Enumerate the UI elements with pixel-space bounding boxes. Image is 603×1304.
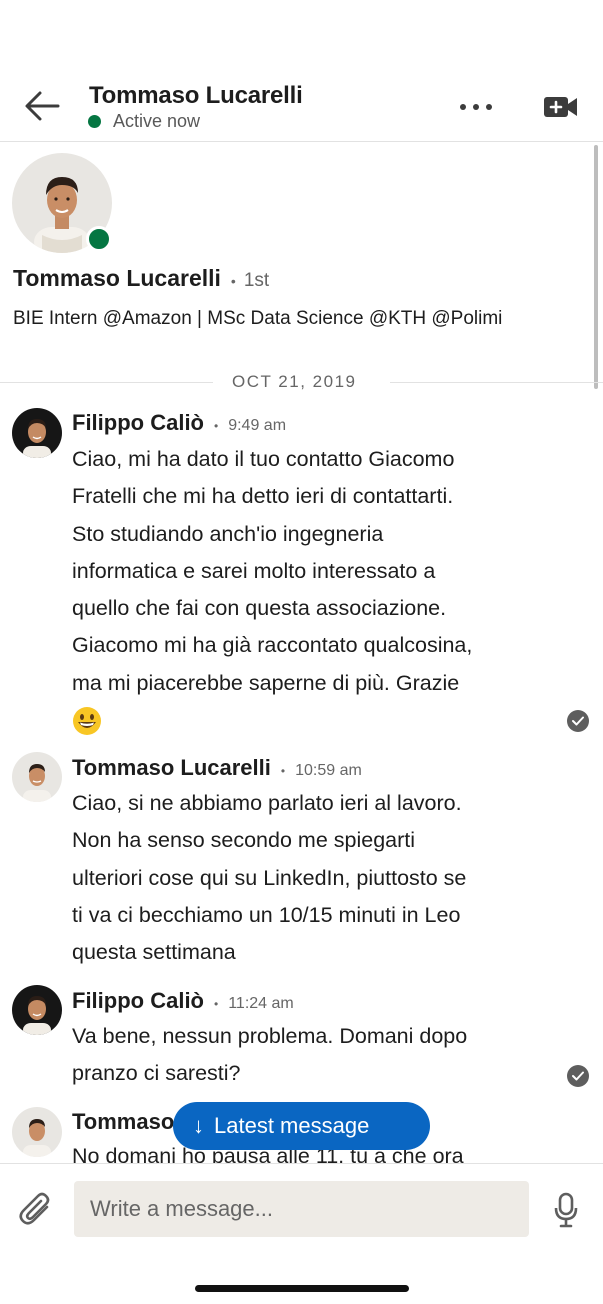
message-line: quello che fai con questa associazione. — [72, 596, 447, 621]
message-sender[interactable]: Filippo Caliò 11:24 am — [72, 988, 294, 1014]
message-line: Ciao, si ne abbiamo parlato ieri al lavo… — [72, 791, 462, 815]
divider-line — [0, 382, 213, 383]
message-line: informatica e sarei molto interessato a — [72, 558, 436, 583]
conversation-header: Tommaso Lucarelli Active now — [0, 70, 603, 142]
message-timestamp: 10:59 am — [281, 762, 362, 780]
presence-label: Active now — [113, 111, 201, 131]
more-options-button[interactable] — [458, 92, 494, 122]
online-dot-icon — [88, 115, 101, 128]
dot-icon — [460, 104, 466, 110]
message-line: ti va ci becchiamo un 10/15 minuti in Le… — [72, 902, 461, 927]
message-line: Fratelli che mi ha detto ieri di contatt… — [72, 484, 454, 509]
message-timestamp: 9:49 am — [214, 417, 286, 435]
connection-degree-text: 1st — [243, 270, 270, 291]
message-line: ulteriori cose qui su LinkedIn, piuttost… — [72, 865, 467, 890]
message-line — [72, 702, 552, 739]
arrow-down-icon: ↓ — [193, 1113, 204, 1138]
message-sender[interactable]: Filippo Caliò 9:49 am — [72, 410, 286, 436]
microphone-icon[interactable] — [553, 1190, 579, 1230]
read-receipt-icon — [567, 710, 589, 732]
dot-icon — [486, 104, 492, 110]
message-input[interactable] — [74, 1181, 529, 1237]
sender-avatar[interactable] — [12, 408, 62, 458]
profile-name-text: Tommaso Lucarelli — [13, 265, 221, 291]
message-body: Ciao, mi ha dato il tuo contatto Giacomo… — [72, 441, 552, 739]
message-line: pranzo ci saresti? — [72, 1061, 241, 1086]
video-call-icon[interactable] — [540, 92, 580, 122]
message-line: Ciao, mi ha dato il tuo contatto Giacomo — [72, 447, 455, 471]
message-body: Ciao, si ne abbiamo parlato ieri al lavo… — [72, 785, 552, 971]
message-line: Sto studiando anch'io ingegneria — [72, 521, 384, 546]
sender-name: Filippo Caliò — [72, 410, 204, 435]
message-body: Va bene, nessun problema. Domani dopo pr… — [72, 1018, 552, 1093]
compose-bar — [0, 1163, 603, 1304]
divider-line — [390, 382, 603, 383]
latest-message-button[interactable]: ↓ Latest message — [173, 1102, 430, 1150]
sender-avatar[interactable] — [12, 1107, 62, 1157]
message-line: Non ha senso secondo me spiegarti — [72, 828, 416, 853]
sender-name: Filippo Caliò — [72, 988, 204, 1013]
back-arrow-icon[interactable] — [22, 88, 62, 124]
message-sender[interactable]: Tommaso Lucarelli 10:59 am — [72, 755, 362, 781]
profile-headline: BIE Intern @Amazon | MSc Data Science @K… — [13, 308, 503, 329]
message-line: ma mi piacerebbe saperne di più. Grazie — [72, 670, 460, 695]
profile-name[interactable]: Tommaso Lucarelli • 1st — [13, 265, 269, 292]
presence-status: Active now — [88, 111, 200, 132]
header-contact-name[interactable]: Tommaso Lucarelli — [89, 82, 303, 110]
online-badge-icon — [86, 226, 112, 252]
connection-degree: • 1st — [230, 270, 270, 291]
read-receipt-icon — [567, 1065, 589, 1087]
message-line: Giacomo mi ha già raccontato qualcosina, — [72, 633, 473, 658]
latest-message-label: Latest message — [214, 1113, 370, 1138]
message-line: questa settimana — [72, 940, 236, 965]
sender-name: Tommaso — [72, 1109, 175, 1134]
message-sender[interactable]: Tommaso — [72, 1109, 174, 1135]
message-line: Va bene, nessun problema. Domani dopo — [72, 1024, 468, 1048]
message-timestamp: 11:24 am — [214, 995, 294, 1013]
sender-name: Tommaso Lucarelli — [72, 755, 271, 780]
scrollbar[interactable] — [594, 145, 598, 389]
paperclip-icon[interactable] — [18, 1190, 56, 1230]
sender-avatar[interactable] — [12, 752, 62, 802]
date-label: OCT 21, 2019 — [232, 372, 357, 391]
sender-avatar[interactable] — [12, 985, 62, 1035]
grinning-face-emoji — [73, 707, 101, 736]
date-divider: OCT 21, 2019 — [0, 370, 603, 394]
dot-icon — [473, 104, 479, 110]
home-indicator[interactable] — [195, 1285, 409, 1292]
